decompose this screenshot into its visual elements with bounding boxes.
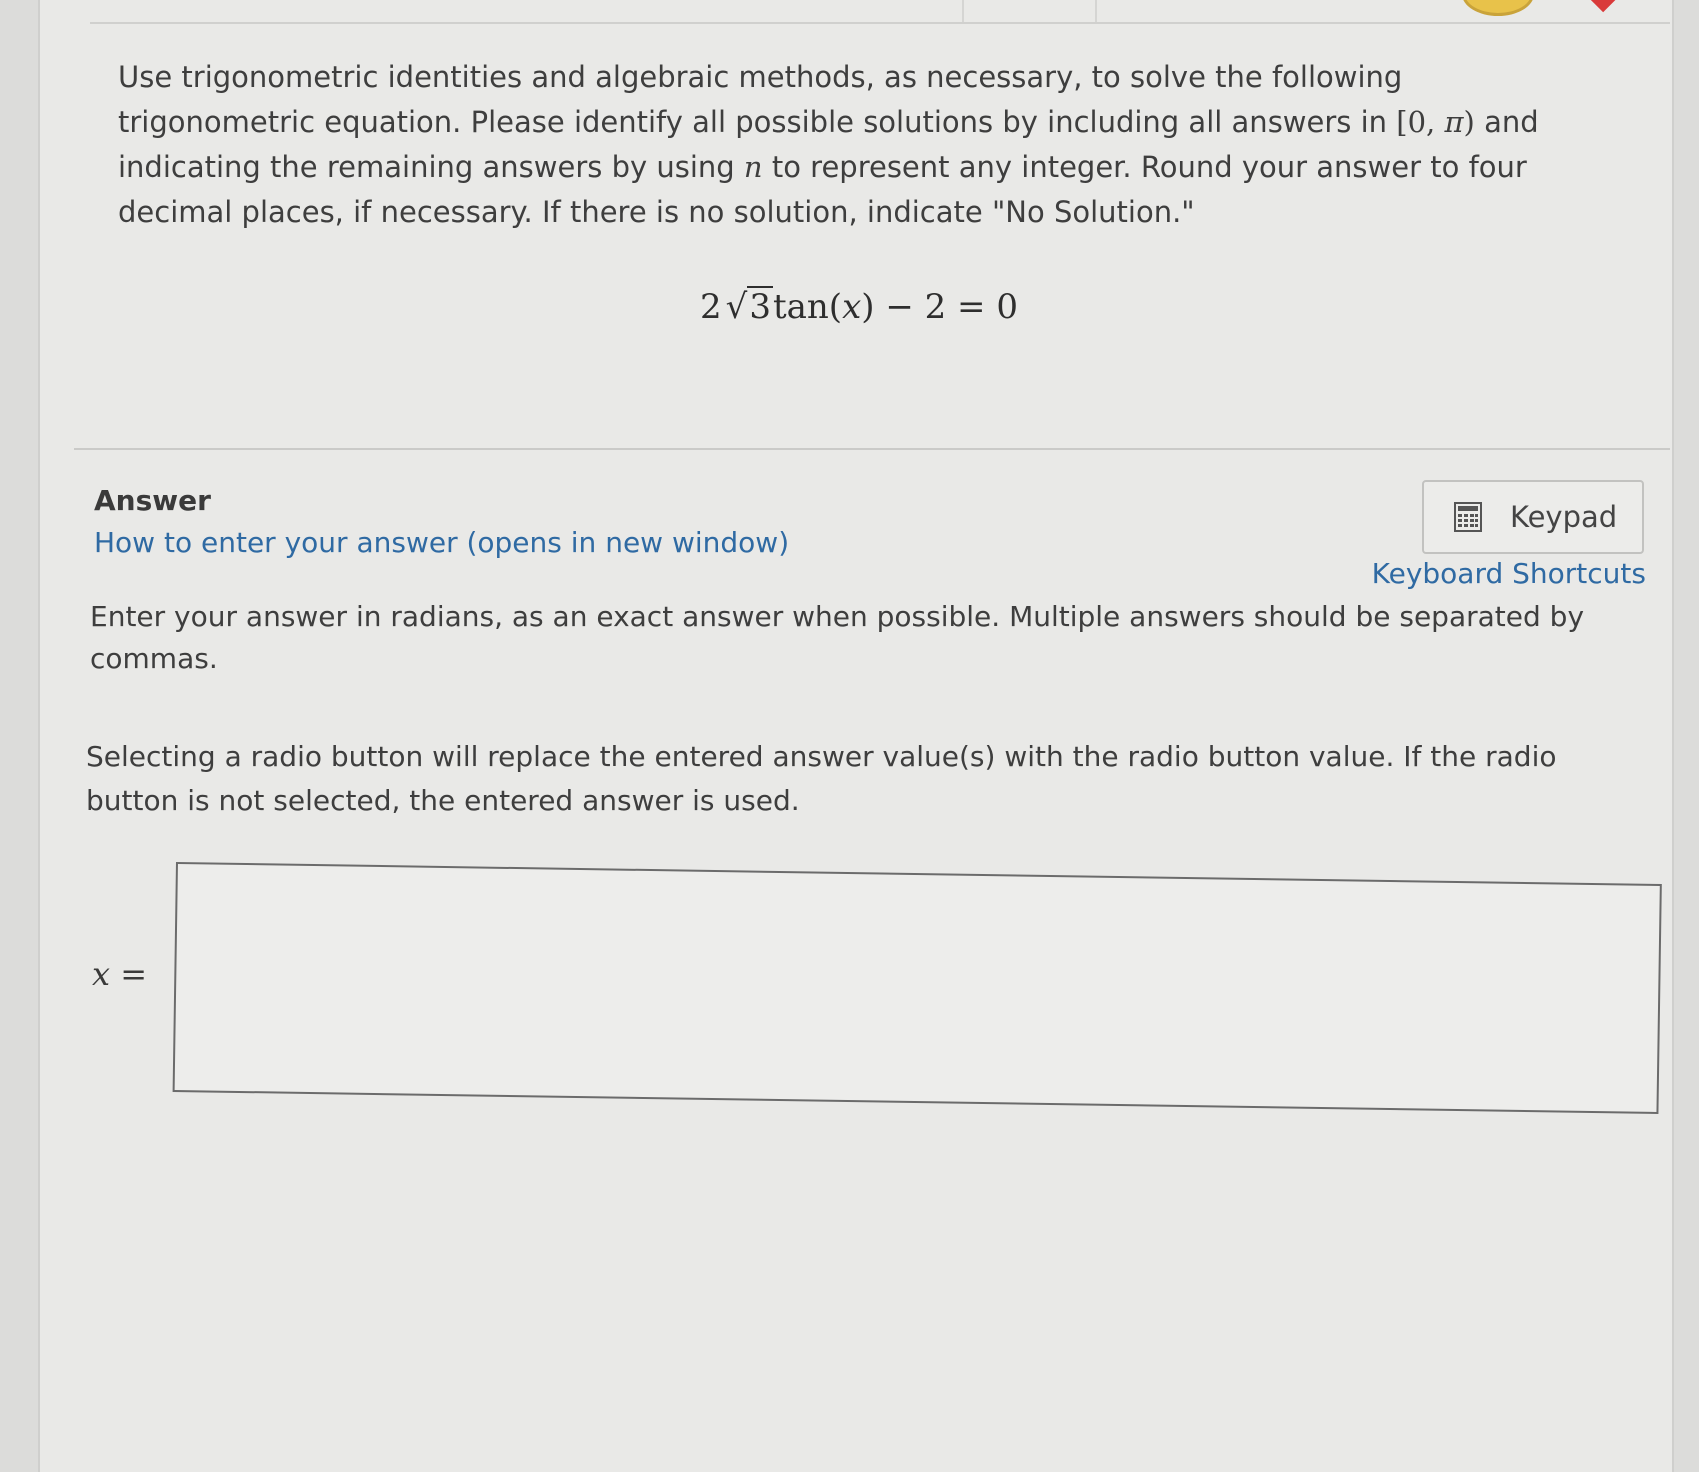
equation-rest: ) − 2 = 0 [861,287,1018,327]
question-prompt: Use trigonometric identities and algebra… [118,55,1598,235]
equation-variable: x [842,287,862,327]
answer-instructions: Enter your answer in radians, as an exac… [90,600,1585,675]
square-root: √3 [722,286,773,327]
equation-coefficient: 2 [700,287,722,327]
screen: Use trigonometric identities and algebra… [0,0,1699,1472]
answer-heading: Answer [94,484,211,517]
answer-variable: x [92,955,111,993]
keypad-label: Keypad [1510,500,1618,534]
equation: 2 √3tan(x) − 2 = 0 [700,286,1018,327]
section-divider [74,448,1670,450]
question-text-part1: Use trigonometric identities and algebra… [118,60,1403,139]
tab-divider [1095,0,1097,22]
answer-input-label: x = [92,955,147,993]
interval-pi: π [1444,105,1464,139]
how-to-enter-answer-link[interactable]: How to enter your answer (opens in new w… [94,526,789,559]
top-tab-strip [90,0,1670,24]
equation-function: tan( [772,287,843,327]
radicand: 3 [747,286,773,327]
radio-button-note: Selecting a radio button will replace th… [86,740,1557,817]
interval-close: ) [1463,105,1475,139]
interval-open: [0, [1396,105,1445,139]
calculator-icon [1454,502,1482,532]
tab-divider [962,0,964,22]
integer-variable-n: n [743,150,763,184]
radical-symbol: √ [725,287,748,327]
keyboard-shortcuts-link[interactable]: Keyboard Shortcuts [1372,557,1646,590]
keypad-button[interactable]: Keypad [1422,480,1644,554]
answer-equals: = [110,955,148,993]
answer-input[interactable] [172,862,1662,1115]
